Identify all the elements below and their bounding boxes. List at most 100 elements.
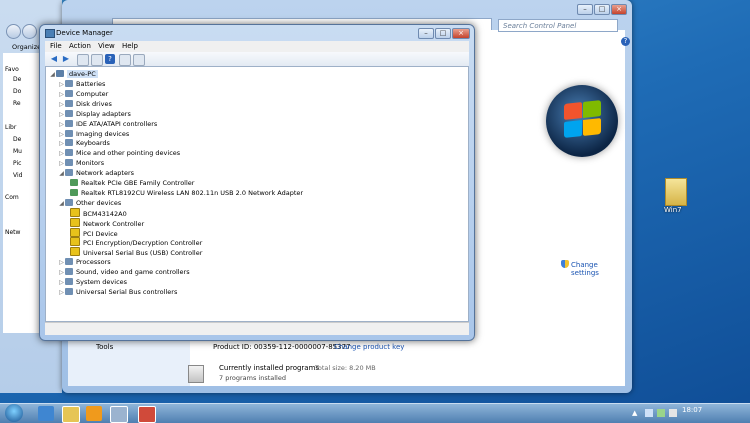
device-manager-window: Device Manager – □ × File Action View He… — [39, 24, 475, 341]
change-settings-link[interactable]: Change settings — [571, 261, 625, 277]
tree-device[interactable]: Universal Serial Bus (USB) Controller — [70, 247, 202, 257]
clock[interactable]: 18:07 — [682, 406, 702, 414]
nav-item[interactable]: Do — [13, 87, 21, 97]
tree-item-label: Imaging devices — [76, 129, 130, 138]
scan-hardware-icon[interactable] — [133, 54, 145, 66]
nav-item[interactable]: Pic — [13, 159, 21, 169]
warning-device-icon — [70, 207, 80, 217]
menu-action[interactable]: Action — [69, 41, 91, 52]
tree-category[interactable]: ▷ Processors — [58, 257, 111, 267]
taskbar: ▲ — [0, 403, 750, 423]
tree-item-label: Mice and other pointing devices — [76, 149, 181, 158]
category-icon — [65, 258, 73, 266]
tree-device[interactable]: Realtek RTL8192CU Wireless LAN 802.11n U… — [70, 188, 303, 198]
nav-item[interactable]: De — [13, 75, 21, 85]
tree-category[interactable]: ▷ Display adapters — [58, 109, 131, 119]
tree-item-label: Keyboards — [76, 139, 110, 148]
tree-category[interactable]: ▷ IDE ATA/ATAPI controllers — [58, 119, 157, 129]
tray-arrow-icon[interactable]: ▲ — [632, 409, 637, 417]
category-icon — [65, 169, 73, 177]
tree-item-label: Batteries — [76, 80, 106, 88]
nav-item[interactable]: Vid — [13, 171, 22, 181]
toolbar: ◀ ▶ ? — [45, 52, 469, 67]
media-player-icon[interactable] — [86, 406, 102, 421]
control-panel-icon[interactable] — [110, 406, 128, 423]
help-icon[interactable]: ? — [105, 54, 115, 64]
device-manager-taskbar-icon[interactable] — [138, 406, 156, 423]
warning-device-icon — [70, 237, 80, 247]
back-button[interactable] — [6, 24, 21, 39]
product-id: Product ID: 00359-112-0000007-85377 — [213, 343, 351, 351]
tree-device[interactable]: BCM43142A0 — [70, 207, 127, 218]
tree-category[interactable]: ▷ Batteries — [58, 79, 105, 89]
update-driver-icon[interactable] — [119, 54, 131, 66]
maximize-button[interactable]: □ — [594, 4, 610, 15]
tree-item-label: Disk drives — [76, 99, 112, 108]
tree-item-label: Network Controller — [83, 219, 145, 228]
battery-icon[interactable] — [657, 409, 665, 417]
explorer-icon[interactable] — [62, 406, 80, 423]
tree-item-label: IDE ATA/ATAPI controllers — [76, 119, 158, 128]
tree-category[interactable]: ▷ Mice and other pointing devices — [58, 148, 180, 158]
show-hide-tree-icon[interactable] — [77, 54, 89, 66]
tree-category[interactable]: ▷ Imaging devices — [58, 129, 129, 139]
help-icon[interactable]: ? — [621, 37, 630, 46]
nav-item[interactable]: Netw — [5, 228, 20, 238]
programs-count: 7 programs installed — [219, 374, 286, 382]
tree-category[interactable]: ▷ Disk drives — [58, 99, 112, 109]
tree-category[interactable]: ▷ System devices — [58, 277, 127, 287]
minimize-button[interactable]: – — [418, 28, 434, 39]
folder-icon[interactable] — [665, 178, 687, 206]
minimize-button[interactable]: – — [577, 4, 593, 15]
close-button[interactable]: × — [452, 28, 470, 39]
nav-item[interactable]: Libr — [5, 123, 16, 133]
nav-item[interactable]: Favo — [5, 65, 19, 75]
nav-item[interactable]: De — [13, 135, 21, 145]
tree-root[interactable]: ◢ dave-PC — [49, 69, 98, 79]
tree-category[interactable]: ▷ Keyboards — [58, 138, 110, 148]
menu-help[interactable]: Help — [122, 41, 138, 52]
programs-icon — [188, 365, 204, 383]
tree-category[interactable]: ▷ Sound, video and game controllers — [58, 267, 190, 277]
tree-device[interactable]: Network Controller — [70, 217, 145, 228]
tree-device[interactable]: Realtek PCIe GBE Family Controller — [70, 178, 194, 188]
nav-item[interactable]: Com — [5, 193, 19, 203]
menu-file[interactable]: File — [50, 41, 62, 52]
tree-item-label: Display adapters — [76, 109, 131, 118]
tree-category[interactable]: ▷ Universal Serial Bus controllers — [58, 287, 177, 297]
properties-icon[interactable] — [91, 54, 103, 66]
tree-device[interactable]: PCI Encryption/Decryption Controller — [70, 237, 202, 247]
organize-button[interactable]: Organize — [12, 43, 41, 51]
forward-button[interactable] — [22, 24, 37, 39]
tree-item-label: Sound, video and game controllers — [76, 268, 190, 277]
maximize-button[interactable]: □ — [435, 28, 451, 39]
tree-category[interactable]: ◢ Network adapters — [58, 168, 134, 178]
ie-icon[interactable] — [38, 406, 54, 421]
tree-category[interactable]: ▷ Monitors — [58, 158, 104, 168]
nav-item[interactable]: Mu — [13, 147, 22, 157]
tree-category[interactable]: ▷ Computer — [58, 89, 108, 99]
collapse-icon[interactable]: ◢ — [58, 199, 65, 209]
device-icon — [70, 179, 78, 186]
nav-item[interactable]: Re — [13, 99, 21, 109]
forward-arrow-icon[interactable]: ▶ — [61, 54, 71, 64]
start-button[interactable] — [5, 404, 23, 422]
back-arrow-icon[interactable]: ◀ — [49, 54, 59, 64]
tree-item-label: Network adapters — [76, 169, 135, 178]
expand-icon[interactable]: ▷ — [58, 288, 65, 298]
change-product-key-link[interactable]: Change product key — [334, 343, 404, 351]
menu-view[interactable]: View — [98, 41, 115, 52]
tree-item-label: Universal Serial Bus (USB) Controller — [83, 249, 203, 258]
collapse-icon[interactable]: ◢ — [58, 169, 65, 179]
category-icon — [65, 159, 73, 167]
volume-icon[interactable] — [669, 409, 677, 417]
desktop-icon-label[interactable]: Win7 — [664, 206, 682, 214]
collapse-icon[interactable]: ◢ — [49, 70, 56, 80]
close-button[interactable]: × — [611, 4, 627, 15]
tree-category[interactable]: ◢ Other devices — [58, 198, 121, 208]
search-input[interactable]: Search Control Panel — [498, 19, 618, 32]
network-icon[interactable] — [645, 409, 653, 417]
category-icon — [65, 89, 73, 97]
tree-item-label: PCI Encryption/Decryption Controller — [83, 239, 203, 248]
tree-device[interactable]: PCI Device — [70, 227, 118, 238]
